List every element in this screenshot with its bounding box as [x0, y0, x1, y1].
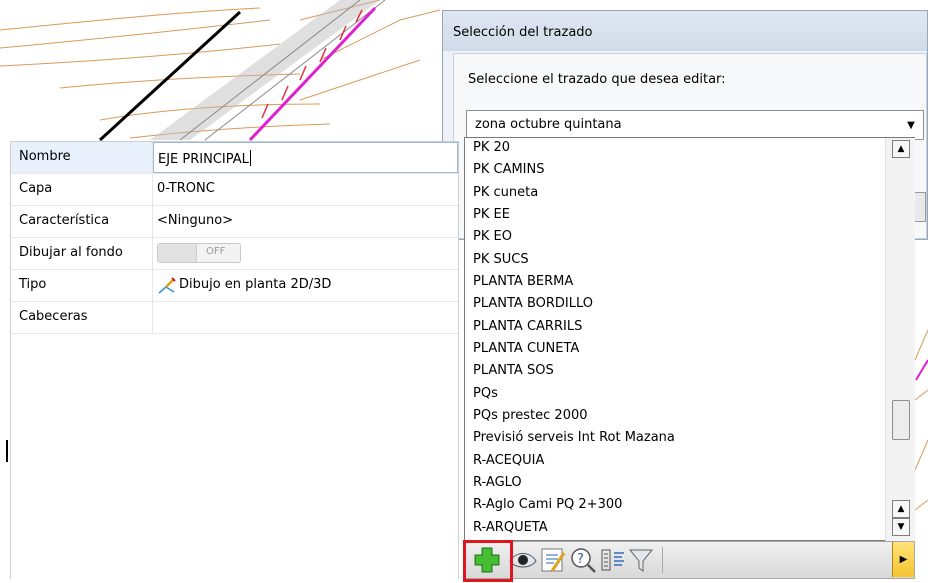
list-item[interactable]: PK SUCS	[473, 249, 529, 271]
list-item[interactable]: R-ARQUETA	[473, 517, 548, 539]
list-toolbar: ?	[463, 541, 915, 579]
scroll-down-icon[interactable]: ▼	[892, 518, 910, 536]
toggle-state: OFF	[206, 246, 226, 257]
toolbar-separator	[662, 547, 663, 573]
property-value: <Ninguno>	[157, 213, 234, 228]
draw-background-toggle[interactable]: OFF	[157, 243, 241, 263]
property-row-nombre[interactable]: Nombre EJE PRINCIPAL	[11, 142, 458, 173]
property-label: Dibujar al fondo	[19, 245, 123, 260]
properties-icon[interactable]	[598, 545, 628, 575]
list-item[interactable]: PLANTA BERMA	[473, 271, 573, 293]
scroll-up-icon[interactable]: ▲	[892, 500, 910, 518]
list-item[interactable]: PLANTA BORDILLO	[473, 293, 593, 315]
list-item[interactable]: PQs	[473, 383, 498, 405]
list-item[interactable]: R-Aglo Cami PQ 2+300	[473, 494, 622, 516]
list-item[interactable]: R-ACEQUIA	[473, 450, 544, 472]
dialog-title: Selección del trazado	[453, 25, 593, 40]
svg-text:?: ?	[577, 552, 584, 567]
list-item[interactable]: PK 20	[473, 138, 510, 159]
property-label: Tipo	[19, 277, 47, 292]
plan-drawing-icon	[158, 277, 176, 294]
property-row-dibujar-al-fondo: Dibujar al fondo OFF	[11, 238, 458, 269]
trace-select-combobox[interactable]: zona octubre quintana ▼	[466, 110, 924, 140]
list-scrollbar[interactable]: ▲ ▲ ▼	[885, 138, 915, 541]
property-value: Dibujo en planta 2D/3D	[179, 277, 332, 292]
list-item[interactable]: PK cuneta	[473, 182, 538, 204]
scroll-up-icon[interactable]: ▲	[892, 140, 910, 158]
properties-panel: Nombre EJE PRINCIPAL Capa 0-TRONC Caract…	[10, 141, 459, 579]
list-item[interactable]: PK EO	[473, 226, 512, 248]
property-label: Cabeceras	[19, 309, 88, 324]
list-item[interactable]: PK CAMINS	[473, 159, 545, 181]
trace-dropdown-list: PK 20 PK CAMINS PK cuneta PK EE PK EO PK…	[464, 137, 915, 541]
dialog-prompt: Seleccione el trazado que desea editar:	[468, 72, 726, 87]
property-label: Capa	[19, 181, 53, 196]
toolbar-more-icon[interactable]: ▶	[892, 542, 914, 577]
property-value: EJE PRINCIPAL	[158, 152, 249, 167]
property-label: Característica	[19, 213, 110, 228]
dialog-titlebar[interactable]: Selección del trazado	[443, 11, 927, 51]
list-item[interactable]: PQs prestec 2000	[473, 405, 588, 427]
property-row-caracteristica[interactable]: Característica <Ninguno>	[11, 206, 458, 237]
chevron-down-icon[interactable]: ▼	[899, 111, 923, 139]
property-row-capa[interactable]: Capa 0-TRONC	[11, 174, 458, 205]
add-button-highlight	[463, 540, 513, 582]
list-item[interactable]: PLANTA SOS	[473, 360, 554, 382]
filter-icon[interactable]	[626, 545, 656, 575]
combobox-value: zona octubre quintana	[475, 117, 622, 132]
list-item[interactable]: PLANTA CARRILS	[473, 316, 582, 338]
property-label: Nombre	[19, 149, 71, 164]
scrollbar-thumb[interactable]	[892, 400, 910, 440]
list-item[interactable]: R-AGLO	[473, 472, 522, 494]
property-row-tipo[interactable]: Tipo Dibujo en planta 2D/3D	[11, 270, 458, 301]
property-value: 0-TRONC	[157, 181, 215, 196]
help-icon[interactable]: ?	[568, 545, 598, 575]
text-caret	[249, 150, 251, 166]
property-row-cabeceras[interactable]: Cabeceras	[11, 302, 458, 333]
list-item[interactable]: PK EE	[473, 204, 510, 226]
name-field[interactable]: EJE PRINCIPAL	[153, 142, 458, 173]
list-item[interactable]: Previsió serveis Int Rot Mazana	[473, 427, 675, 449]
toggle-knob	[158, 244, 197, 262]
edit-icon[interactable]	[538, 545, 568, 575]
list-item[interactable]: PLANTA CUNETA	[473, 338, 579, 360]
